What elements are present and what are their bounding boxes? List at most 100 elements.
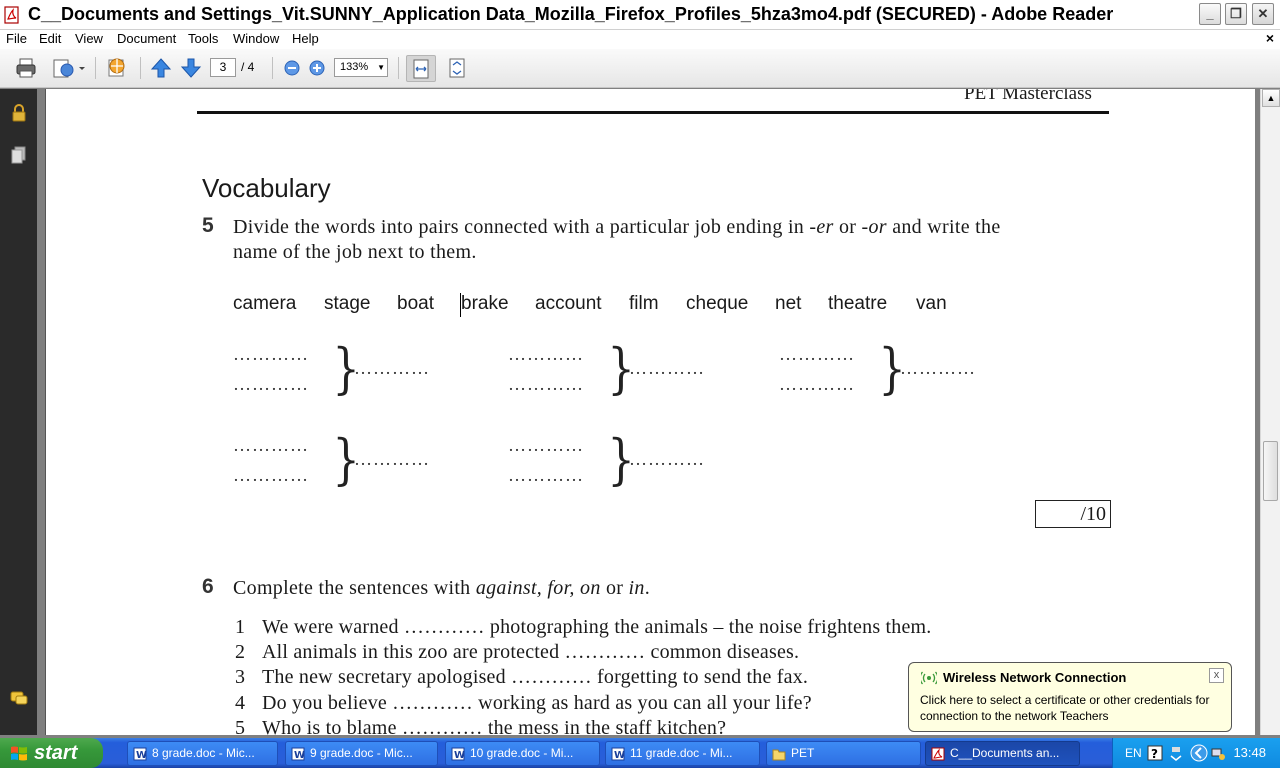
question-5-or: or: [838, 216, 857, 238]
print-button[interactable]: [12, 56, 40, 80]
fit-page-button[interactable]: [445, 56, 469, 80]
blank-line: …………: [779, 374, 855, 394]
clock[interactable]: 13:48: [1233, 745, 1266, 760]
balloon-close-button[interactable]: x: [1209, 668, 1224, 683]
menu-edit[interactable]: Edit: [39, 31, 61, 46]
page-number-input[interactable]: 3: [210, 58, 236, 77]
suffix-er: -er: [809, 216, 834, 238]
task-pet-folder[interactable]: PET: [766, 741, 921, 766]
pages-icon[interactable]: [9, 145, 29, 165]
blank-line: …………: [508, 374, 584, 394]
header-rule: [197, 111, 1109, 114]
menu-file[interactable]: File: [6, 31, 27, 46]
wireless-icon: [921, 671, 937, 685]
menu-view[interactable]: View: [75, 31, 103, 46]
task-10-grade-doc[interactable]: W 10 grade.doc - Mi...: [445, 741, 600, 766]
language-indicator[interactable]: EN: [1125, 746, 1142, 760]
suffix-or: -or: [861, 216, 887, 238]
word-doc-icon: W: [133, 747, 147, 761]
start-button[interactable]: start: [0, 738, 103, 768]
arrow-down-icon: [180, 58, 202, 78]
next-page-button[interactable]: [178, 56, 204, 80]
task-label: 10 grade.doc - Mi...: [470, 746, 574, 760]
word-brake: brake: [461, 293, 509, 314]
question-6-text-pre: Complete the sentences with: [233, 577, 471, 599]
blank-line: …………: [629, 449, 705, 469]
chevron-down-icon: ▼: [377, 63, 385, 72]
arrow-up-icon: [150, 58, 172, 78]
minimize-button[interactable]: _: [1199, 3, 1221, 25]
question-6-in: in: [628, 577, 645, 599]
lock-icon[interactable]: [9, 103, 29, 123]
taskbar: start W 8 grade.doc - Mic... W 9 grade.d…: [0, 738, 1280, 768]
chevron-up-icon: ▲: [1266, 93, 1276, 103]
wireless-notification-balloon[interactable]: Wireless Network Connection x Click here…: [908, 662, 1232, 732]
word-film: film: [629, 293, 659, 314]
score-box: /10: [1035, 500, 1111, 528]
vertical-scrollbar[interactable]: ▲: [1260, 89, 1280, 735]
blank-line: …………: [233, 344, 309, 364]
word-net: net: [775, 293, 802, 314]
question-5-number: 5: [202, 214, 214, 237]
task-9-grade-doc[interactable]: W 9 grade.doc - Mic...: [285, 741, 438, 766]
section-title: Vocabulary: [202, 173, 331, 203]
blank-line: …………: [233, 374, 309, 394]
navigation-pane: [0, 89, 37, 735]
task-8-grade-doc[interactable]: W 8 grade.doc - Mic...: [127, 741, 278, 766]
task-label: 11 grade.doc - Mi...: [630, 746, 733, 760]
answer-pair-3: ………… ………… } …………: [779, 342, 1039, 404]
close-document-icon[interactable]: ×: [1266, 30, 1274, 46]
previous-page-button[interactable]: [148, 56, 174, 80]
word-doc-icon: W: [451, 747, 465, 761]
menu-document[interactable]: Document: [117, 31, 176, 46]
text-cursor: [460, 293, 461, 317]
answer-pair-1: ………… ………… } …………: [233, 342, 493, 404]
network-tray-icon[interactable]: [1211, 746, 1225, 760]
fit-page-icon: [449, 58, 465, 78]
svg-text:W: W: [136, 750, 147, 761]
blank-line: …………: [508, 344, 584, 364]
sentence-number: 1: [235, 616, 245, 638]
zoom-level-value: 133%: [340, 61, 369, 73]
toolbar: 3 / 4 133% ▼: [0, 49, 1280, 88]
question-6-end: .: [644, 577, 651, 599]
title-bar: C__Documents and Settings_Vit.SUNNY_Appl…: [0, 0, 1280, 30]
close-icon: x: [1213, 669, 1220, 681]
folder-icon: [772, 749, 786, 761]
help-icon[interactable]: ?: [1147, 745, 1163, 761]
question-5-text: Divide the words into pairs connected wi…: [233, 215, 1001, 240]
zoom-level-select[interactable]: 133% ▼: [334, 58, 388, 77]
sentence-number: 4: [235, 692, 245, 714]
sentence-text: We were warned ………… photographing the an…: [262, 616, 932, 638]
menu-tools[interactable]: Tools: [188, 31, 218, 46]
zoom-out-button[interactable]: [282, 56, 302, 80]
scroll-up-button[interactable]: ▲: [1262, 89, 1280, 107]
fit-width-button[interactable]: [406, 55, 436, 82]
blank-line: …………: [779, 344, 855, 364]
answer-pair-5: ………… ………… } …………: [508, 433, 768, 495]
comments-icon[interactable]: [9, 689, 29, 709]
maximize-button[interactable]: ❐: [1225, 3, 1247, 25]
sentence-text: Do you believe ………… working as hard as y…: [262, 692, 812, 714]
show-hidden-icons-icon[interactable]: [1189, 743, 1209, 763]
menu-help[interactable]: Help: [292, 31, 319, 46]
question-6-number: 6: [202, 575, 214, 598]
zoom-in-button[interactable]: [307, 56, 327, 80]
collaborate-button[interactable]: [103, 56, 131, 80]
scrollbar-thumb[interactable]: [1263, 441, 1278, 501]
share-button[interactable]: [48, 56, 88, 80]
close-button[interactable]: ✕: [1252, 3, 1274, 25]
task-label: PET: [791, 746, 815, 760]
document-view[interactable]: PET Masterclass Vocabulary 5 Divide the …: [37, 89, 1260, 735]
pdf-icon: [931, 747, 945, 761]
balloon-text: Click here to select a certificate or ot…: [920, 693, 1210, 723]
tray-options-icon[interactable]: [1169, 745, 1183, 761]
window-title: C__Documents and Settings_Vit.SUNNY_Appl…: [28, 4, 1114, 24]
task-11-grade-doc[interactable]: W 11 grade.doc - Mi...: [605, 741, 760, 766]
system-tray: EN ? 13:48: [1112, 738, 1280, 768]
task-adobe-reader[interactable]: C__Documents an...: [925, 741, 1080, 766]
menu-window[interactable]: Window: [233, 31, 279, 46]
word-account: account: [535, 293, 602, 314]
question-5-text-tail: and write the: [892, 216, 1001, 238]
sentence-number: 5: [235, 717, 245, 735]
